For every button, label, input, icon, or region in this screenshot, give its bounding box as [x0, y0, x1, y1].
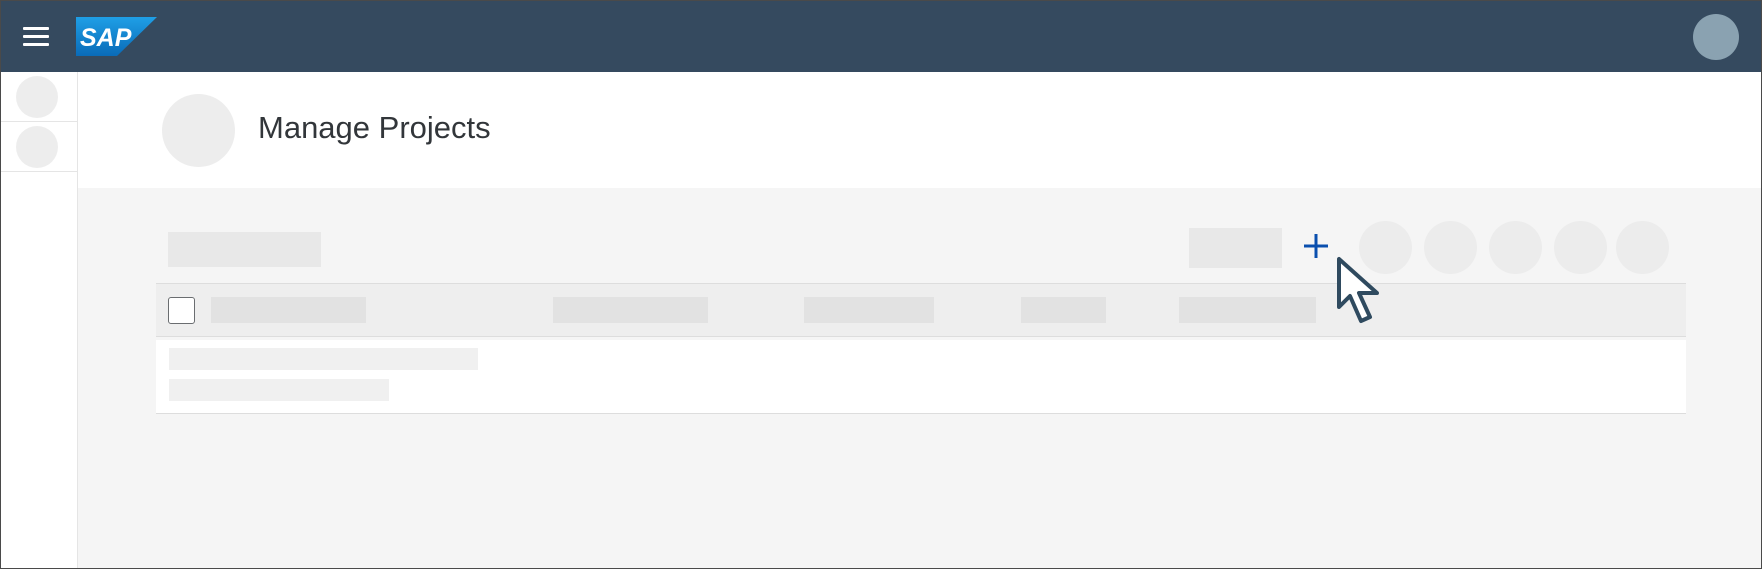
add-project-button[interactable] [1300, 230, 1332, 262]
plus-icon [1304, 234, 1328, 258]
side-nav-item-2-placeholder-icon [16, 126, 58, 168]
toolbar-action-1[interactable] [1359, 221, 1412, 274]
app-icon-placeholder [162, 94, 235, 167]
page-title: Manage Projects [258, 110, 491, 145]
table-row[interactable] [156, 340, 1686, 414]
toolbar-action-4[interactable] [1554, 221, 1607, 274]
page-header: Manage Projects [78, 72, 1761, 188]
side-nav-item-2[interactable] [1, 122, 77, 172]
side-navigation [1, 72, 78, 568]
column-header-4[interactable] [1021, 297, 1106, 323]
app-window: SAP Manage Projects [0, 0, 1762, 569]
toolbar-action-2[interactable] [1424, 221, 1477, 274]
table-title-placeholder [168, 232, 321, 267]
toolbar-action-3[interactable] [1489, 221, 1542, 274]
toolbar-action-5[interactable] [1616, 221, 1669, 274]
select-all-checkbox[interactable] [168, 297, 195, 324]
column-header-5[interactable] [1179, 297, 1316, 323]
column-header-3[interactable] [804, 297, 934, 323]
content-area [78, 188, 1761, 568]
column-header-1[interactable] [211, 297, 366, 323]
sap-logo[interactable]: SAP [76, 17, 157, 56]
column-header-2[interactable] [553, 297, 708, 323]
side-nav-item-1[interactable] [1, 72, 77, 122]
shell-bar: SAP [1, 1, 1761, 72]
table-header [156, 283, 1686, 337]
toolbar-button-placeholder[interactable] [1189, 228, 1282, 268]
side-nav-item-1-placeholder-icon [16, 76, 58, 118]
logo-text: SAP [80, 24, 132, 52]
user-avatar[interactable] [1693, 14, 1739, 60]
row-primary-text-placeholder [169, 348, 478, 370]
hamburger-menu-icon[interactable] [21, 25, 51, 49]
row-secondary-text-placeholder [169, 379, 389, 401]
